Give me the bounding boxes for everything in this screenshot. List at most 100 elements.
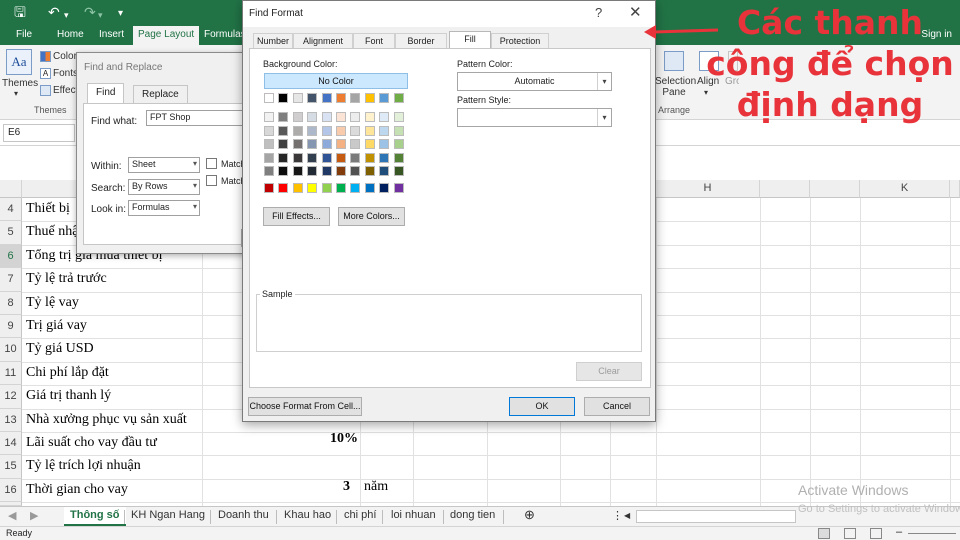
tab-replace[interactable]: Replace xyxy=(133,85,188,103)
tint-color-swatch[interactable] xyxy=(307,139,318,149)
row-label-cell[interactable]: Thời gian cho vay xyxy=(26,482,202,498)
tint-color-swatch[interactable] xyxy=(307,125,318,136)
tab-formulas[interactable]: Formulas xyxy=(204,29,246,40)
scroll-sheets-right-icon[interactable]: ▶ xyxy=(30,509,38,522)
no-color-button[interactable]: No Color xyxy=(264,73,408,89)
theme-color-swatch[interactable] xyxy=(393,93,404,103)
clear-button[interactable]: Clear xyxy=(576,362,642,381)
tint-color-swatch[interactable] xyxy=(350,166,361,176)
tab-border[interactable]: Border xyxy=(395,33,447,48)
redo-icon[interactable]: ↷ xyxy=(84,4,96,20)
tab-split-icon[interactable]: ⋮ xyxy=(612,509,623,522)
tint-color-swatch[interactable] xyxy=(307,152,318,163)
tab-font[interactable]: Font xyxy=(353,33,395,48)
tab-page-layout[interactable]: Page Layout xyxy=(133,26,200,45)
sheet-tab-doanh-thu[interactable]: Doanh thu xyxy=(218,509,269,521)
tint-color-swatch[interactable] xyxy=(350,139,361,149)
tint-color-swatch[interactable] xyxy=(379,166,390,176)
choose-format-from-cell-button[interactable]: Choose Format From Cell... xyxy=(248,397,362,416)
theme-color-swatch[interactable] xyxy=(364,93,375,103)
zoom-out-icon[interactable]: – xyxy=(896,526,902,538)
standard-color-swatch[interactable] xyxy=(336,183,346,193)
tint-color-swatch[interactable] xyxy=(278,166,289,176)
page-layout-view-icon[interactable] xyxy=(844,528,856,539)
tint-color-swatch[interactable] xyxy=(393,125,404,136)
standard-color-swatch[interactable] xyxy=(292,183,303,193)
standard-color-swatch[interactable] xyxy=(307,183,318,193)
tint-color-swatch[interactable] xyxy=(379,139,390,149)
column-header-k[interactable]: K xyxy=(860,180,950,198)
tint-color-swatch[interactable] xyxy=(321,112,332,122)
tint-color-swatch[interactable] xyxy=(379,152,390,163)
tint-color-swatch[interactable] xyxy=(321,125,332,136)
tint-color-swatch[interactable] xyxy=(379,125,390,136)
zoom-slider[interactable] xyxy=(908,533,956,534)
tint-color-swatch[interactable] xyxy=(350,152,361,163)
row-label-cell[interactable]: Lãi suất cho vay đầu tư xyxy=(26,435,202,451)
themes-dropdown-icon[interactable]: ▾ xyxy=(14,89,18,98)
sheet-tab-khau-hao[interactable]: Khau hao xyxy=(284,509,331,521)
row-label-cell[interactable]: Giá trị thanh lý xyxy=(26,388,202,404)
within-select[interactable]: Sheet ▾ xyxy=(128,157,200,173)
normal-view-icon[interactable] xyxy=(818,528,830,539)
row-label-cell[interactable]: Trị giá vay xyxy=(26,318,202,334)
row-label-cell[interactable]: Nhà xưởng phục vụ sản xuất xyxy=(26,412,202,428)
tint-color-swatch[interactable] xyxy=(364,152,375,163)
sheet-tab-kh-ngan-hang[interactable]: KH Ngan Hang xyxy=(131,509,205,521)
tint-color-swatch[interactable] xyxy=(336,125,346,136)
tab-fill[interactable]: Fill xyxy=(449,31,491,48)
fonts-button[interactable]: Fonts xyxy=(53,68,78,79)
tint-color-swatch[interactable] xyxy=(393,152,404,163)
sheet-tab-loi-nhuan[interactable]: loi nhuan xyxy=(391,509,436,521)
hscroll-left-icon[interactable]: ◀ xyxy=(624,511,630,520)
tint-color-swatch[interactable] xyxy=(264,166,274,176)
tint-color-swatch[interactable] xyxy=(278,125,289,136)
tint-color-swatch[interactable] xyxy=(350,125,361,136)
themes-button[interactable]: Themes xyxy=(2,78,38,89)
column-header-h[interactable]: H xyxy=(656,180,760,198)
tint-color-swatch[interactable] xyxy=(364,125,375,136)
undo-icon[interactable]: ↶ xyxy=(48,4,60,20)
sheet-tab-chi-phi[interactable]: chi phí xyxy=(344,509,376,521)
tint-color-swatch[interactable] xyxy=(336,166,346,176)
row-header[interactable]: 6 xyxy=(0,244,22,269)
sheet-tab-dong-tien[interactable]: dong tien xyxy=(450,509,495,521)
search-select[interactable]: By Rows ▾ xyxy=(128,179,200,195)
scroll-sheets-left-icon[interactable]: ◀ xyxy=(8,509,16,522)
page-break-view-icon[interactable] xyxy=(870,528,882,539)
undo-dropdown-icon[interactable]: ▾ xyxy=(64,7,69,23)
standard-color-swatch[interactable] xyxy=(364,183,375,193)
find-what-input[interactable]: FPT Shop xyxy=(146,110,246,126)
tint-color-swatch[interactable] xyxy=(278,112,289,122)
match-entire-checkbox[interactable] xyxy=(206,175,217,186)
tint-color-swatch[interactable] xyxy=(336,152,346,163)
selection-pane-button[interactable]: Selection Pane xyxy=(655,76,696,98)
row-header[interactable]: 9 xyxy=(0,315,22,339)
row-label-cell[interactable]: Tỷ lệ trả trước xyxy=(26,271,202,287)
tint-color-swatch[interactable] xyxy=(292,166,303,176)
tint-color-swatch[interactable] xyxy=(292,125,303,136)
tab-alignment[interactable]: Alignment xyxy=(293,33,353,48)
column-header-i[interactable] xyxy=(760,180,810,198)
fill-effects-button[interactable]: Fill Effects... xyxy=(263,207,330,226)
tint-color-swatch[interactable] xyxy=(278,152,289,163)
customize-qat-icon[interactable]: ▾ xyxy=(118,6,123,22)
standard-color-swatch[interactable] xyxy=(350,183,361,193)
pattern-style-select[interactable]: ▾ xyxy=(457,108,612,127)
tint-color-swatch[interactable] xyxy=(307,112,318,122)
row-header[interactable]: 16 xyxy=(0,478,22,503)
look-in-select[interactable]: Formulas ▾ xyxy=(128,200,200,216)
tint-color-swatch[interactable] xyxy=(350,112,361,122)
tint-color-swatch[interactable] xyxy=(278,139,289,149)
tint-color-swatch[interactable] xyxy=(336,112,346,122)
tint-color-swatch[interactable] xyxy=(264,139,274,149)
tab-number[interactable]: Number xyxy=(253,33,293,48)
theme-color-swatch[interactable] xyxy=(278,93,289,103)
tint-color-swatch[interactable] xyxy=(321,166,332,176)
theme-color-swatch[interactable] xyxy=(292,93,303,103)
standard-color-swatch[interactable] xyxy=(393,183,404,193)
tint-color-swatch[interactable] xyxy=(393,112,404,122)
cell-b14-value[interactable]: 10% xyxy=(330,431,358,447)
save-icon[interactable]: 🖫 xyxy=(14,4,26,20)
row-header[interactable]: 15 xyxy=(0,455,22,479)
